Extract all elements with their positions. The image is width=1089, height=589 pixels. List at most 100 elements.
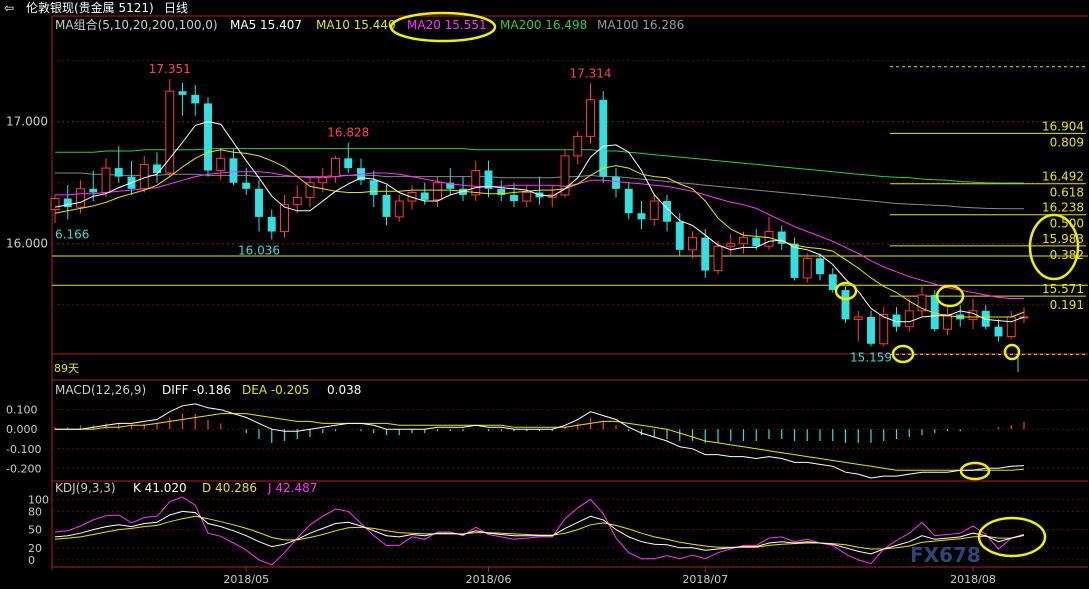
kdj-k-label: K 41.020 [133, 481, 187, 495]
candle-body-up [649, 200, 659, 220]
candle-body-down [267, 216, 276, 232]
kdj-y-tick-label: 50 [28, 524, 42, 537]
ma5-line [54, 121, 1025, 323]
candle-body-up [879, 314, 889, 345]
candle-body-up [522, 191, 532, 202]
candle-body-down [63, 198, 72, 208]
ma-value-label: MA10 15.440 [316, 18, 396, 32]
candle-body-down [981, 310, 990, 327]
candle-body-down [369, 180, 378, 195]
macd-y-tick-label: 0.100 [6, 404, 38, 417]
macd-value-label: 0.038 [327, 383, 361, 397]
price-extreme-label: 15.159 [850, 350, 892, 364]
candle-body-down [841, 290, 850, 320]
candle-body-down [229, 158, 238, 183]
candle-body-down [420, 192, 429, 200]
candle-body-down [752, 237, 761, 247]
ma-value-label: MA5 15.407 [230, 18, 302, 32]
fib-ratio-label: 0.809 [1050, 135, 1084, 149]
x-tick-label: 2018/06 [466, 573, 512, 586]
kdj-y-tick-label: 100 [28, 493, 49, 506]
price-extreme-label: 6.166 [55, 227, 89, 241]
x-tick-label: 2018/08 [950, 573, 996, 586]
watermark: FX678 [910, 543, 981, 567]
kdj-d-line [54, 515, 1025, 550]
candle-body-up [739, 237, 748, 245]
macd-dea-line [55, 413, 1025, 471]
candle-body-down [178, 91, 187, 95]
candle-body-down [114, 168, 123, 177]
candle-body-up [586, 99, 595, 137]
candle-body-up [292, 196, 302, 206]
price-extreme-label: 17.351 [149, 62, 191, 76]
candle-body-up [331, 157, 340, 178]
x-axis: 2018/05 2018/06 2018/07 2018/08 [223, 567, 996, 586]
candle-body-up [713, 245, 723, 272]
short-ma-lines [54, 121, 1025, 323]
days-count-label: 89天 [54, 362, 79, 375]
candlestick-series [50, 78, 1029, 347]
kdj-j-line [54, 496, 1025, 566]
x-tick-label: 2018/07 [682, 573, 728, 586]
candle-body-down [153, 164, 161, 173]
candle-highlight-circle [1003, 343, 1021, 361]
price-extreme-label: 16.036 [238, 243, 280, 257]
macd-header: MACD(12,26,9) [55, 383, 146, 397]
macd-diff-line [55, 403, 1025, 479]
candle-body-down [994, 326, 1003, 337]
candle-body-up [50, 198, 60, 211]
fib-price-label: 15.571 [1042, 282, 1084, 296]
candle-body-up [1006, 316, 1016, 337]
candle-body-down [510, 194, 518, 202]
kdj-j-label: J 42.487 [267, 481, 317, 495]
candle-body-up [904, 310, 914, 328]
candle-body-up [802, 257, 812, 279]
highlight-circles [389, 11, 1080, 558]
macd-y-tick-label: -0.200 [6, 462, 41, 475]
macd-panel [54, 403, 1025, 479]
candle-body-down [89, 188, 98, 193]
fib-price-label: 16.238 [1042, 201, 1084, 215]
candle-body-down [612, 176, 620, 189]
kdj-d-label: D 40.286 [202, 481, 257, 495]
candle-body-up [394, 200, 404, 218]
candle-body-up [76, 188, 85, 208]
candle-body-up [943, 314, 952, 330]
kdj-header: KDJ(9,3,3) [55, 481, 116, 495]
candle-body-down [255, 188, 263, 217]
fib-ratio-label: 0.618 [1050, 186, 1084, 200]
candle-body-down [242, 182, 251, 189]
ma-group-header: MA组合(5,10,20,200,100,0) [55, 17, 218, 32]
fib-price-label: 16.904 [1042, 119, 1084, 133]
candle-body-up [688, 237, 697, 251]
candle-body-down [701, 237, 710, 271]
macd-dea-label: DEA -0.205 [242, 383, 310, 397]
candle-body-down [867, 316, 875, 344]
candle-body-down [382, 194, 391, 217]
chart-canvas[interactable]: 17.000 16.000 0.100 0.000 -0.100 -0.200 10080 5… [0, 0, 1089, 589]
candle-body-down [344, 158, 353, 169]
candle-body-down [191, 94, 200, 104]
ma-value-label: MA100 16.286 [597, 18, 684, 32]
y-tick-label: 17.000 [6, 115, 48, 129]
candle-body-up [165, 90, 175, 174]
ma-value-label: MA200 16.498 [500, 18, 587, 32]
candle-body-up [433, 182, 442, 201]
x-tick-label: 2018/05 [223, 573, 269, 586]
candle-body-up [101, 167, 111, 193]
candle-body-down [624, 188, 633, 214]
candle-body-up [471, 170, 481, 196]
candle-body-down [675, 221, 684, 250]
watermark-text: FX678 [910, 543, 981, 567]
y-tick-label: 16.000 [6, 237, 48, 251]
kdj-y-tick-label: 0 [28, 554, 35, 567]
candle-body-up [573, 135, 583, 157]
candle-body-down [816, 258, 824, 275]
candle-body-down [637, 213, 646, 220]
kdj-panel [54, 496, 1025, 566]
macd-y-tick-label: -0.100 [6, 443, 41, 456]
candle-body-down [790, 243, 799, 278]
candle-body-up [726, 243, 736, 247]
price-extreme-label: 16.828 [327, 126, 369, 140]
macd-highlight-circle [959, 461, 991, 481]
